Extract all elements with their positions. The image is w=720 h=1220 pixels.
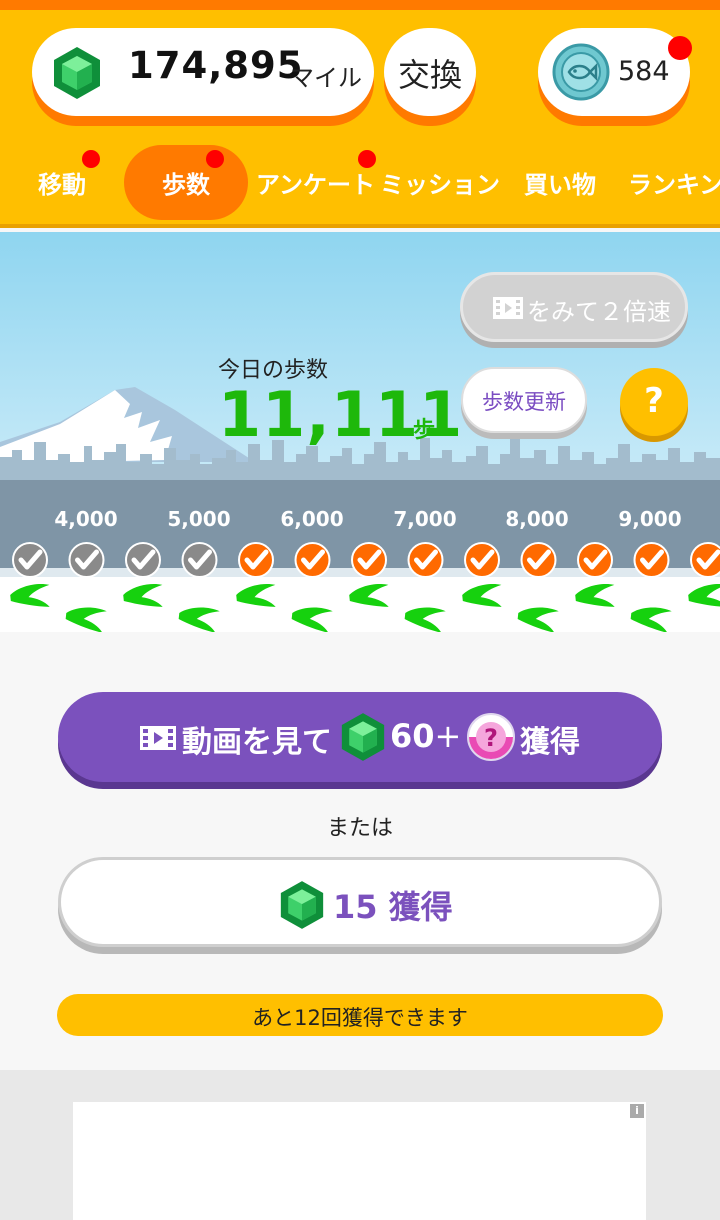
checkpoint-row	[12, 542, 720, 578]
tab-shopping-label: 買い物	[524, 171, 596, 199]
footprint-icon	[10, 584, 50, 607]
checkpoint-check-icon	[125, 542, 161, 578]
video-icon	[140, 726, 176, 750]
question-mark-icon: ?	[644, 381, 664, 421]
tab-survey-notification-dot	[358, 150, 376, 168]
footprint-icon	[462, 584, 502, 607]
footprint-icon	[404, 607, 446, 632]
footprint-icon	[65, 607, 107, 632]
checkpoint-check-icon	[294, 542, 331, 578]
checkpoint-check-icon	[464, 542, 500, 578]
miles-balance[interactable]: 174,895 マイル	[32, 28, 374, 116]
top-stripe	[0, 0, 720, 10]
milestone-label: 8,000	[505, 507, 569, 531]
footprint-icon	[178, 607, 220, 632]
footprint-icon	[236, 584, 276, 607]
gem-reward-button[interactable]: 15 獲得	[58, 857, 662, 947]
svg-text:?: ?	[484, 724, 498, 752]
checkpoint-check-icon	[633, 542, 670, 578]
tab-shopping[interactable]: 買い物	[520, 145, 610, 220]
exchange-label: 交換	[397, 56, 462, 94]
watch-video-suffix: 獲得	[520, 725, 580, 760]
tab-survey-label: アンケート	[256, 171, 376, 199]
ad-banner[interactable]: i	[73, 1102, 646, 1220]
milestone-label: 4,000	[54, 507, 118, 531]
watch-video-reward-button[interactable]: 動画を見て 60+ ? 獲得	[58, 692, 662, 782]
tab-move-notification-dot	[82, 150, 100, 168]
emerald-gem-icon	[341, 713, 385, 761]
refresh-steps-button[interactable]: 歩数更新	[461, 367, 587, 433]
tab-ranking[interactable]: ランキング	[626, 145, 720, 220]
refresh-steps-label: 歩数更新	[482, 390, 566, 414]
checkpoint-check-icon	[690, 542, 720, 578]
checkpoint-check-icon	[181, 542, 218, 578]
milestone-label: 0	[0, 507, 34, 531]
miles-unit: マイル	[290, 64, 362, 92]
steps-unit: 歩	[413, 418, 436, 443]
tab-survey[interactable]: アンケート	[254, 145, 376, 220]
checkpoint-check-icon	[407, 542, 444, 578]
footprint-icon	[688, 584, 720, 607]
app-header: 174,895 マイル 交換 584 移動 歩数 アンケート ミッション 買い物…	[0, 10, 720, 228]
footprint-track	[0, 577, 720, 632]
watch-video-prefix: 動画を見て	[182, 725, 332, 760]
video-icon	[493, 297, 523, 319]
footprint-icon	[630, 607, 672, 632]
milestone-label: 6,000	[280, 507, 344, 531]
fish-coin-icon	[552, 43, 610, 101]
checkpoint-check-icon	[351, 542, 387, 578]
footprint-icon	[349, 584, 389, 607]
mystery-capsule-icon: ?	[467, 713, 515, 761]
tab-steps-notification-dot	[206, 150, 224, 168]
checkpoint-check-icon	[68, 542, 105, 578]
or-label: または	[326, 816, 393, 841]
coin-value: 584	[618, 56, 670, 87]
tab-move-label: 移動	[38, 171, 86, 199]
tab-mission-label: ミッション	[380, 171, 500, 199]
ad-info-icon[interactable]: i	[630, 1104, 644, 1118]
tab-steps[interactable]: 歩数	[124, 145, 248, 220]
footprint-icons	[10, 584, 720, 632]
ad-area: i	[0, 1070, 720, 1220]
double-speed-label: をみて２倍速	[527, 298, 671, 326]
emerald-gem-icon	[54, 47, 100, 99]
remaining-count-label: あと12回獲得できます	[252, 1006, 468, 1030]
checkpoint-check-icon	[238, 542, 274, 578]
footprint-icon	[517, 607, 559, 632]
miles-value: 174,895	[128, 44, 304, 87]
double-speed-button[interactable]: をみて２倍速	[460, 272, 688, 342]
watch-video-gem-amount: 60+	[390, 717, 462, 755]
coin-balance[interactable]: 584	[538, 28, 690, 116]
checkpoint-check-icon	[577, 542, 613, 578]
gem-reward-label: 15 獲得	[333, 888, 453, 926]
footprint-icon	[291, 607, 333, 632]
milestone-label: 9,000	[618, 507, 682, 531]
tab-ranking-label: ランキング	[628, 171, 720, 199]
milestone-label: 7,000	[393, 507, 457, 531]
remaining-count-banner: あと12回獲得できます	[57, 994, 663, 1036]
milestone-label: 5,000	[167, 507, 231, 531]
exchange-button[interactable]: 交換	[384, 28, 476, 116]
footprint-icon	[575, 584, 615, 607]
coin-notification-dot	[668, 36, 692, 60]
footprint-icon	[123, 584, 163, 607]
tab-steps-label: 歩数	[162, 171, 210, 199]
help-button[interactable]: ?	[620, 368, 688, 436]
checkpoint-check-icon	[520, 542, 557, 578]
tab-mission[interactable]: ミッション	[378, 145, 500, 220]
emerald-gem-icon	[280, 881, 324, 929]
checkpoint-check-icon	[12, 542, 48, 578]
steps-scene: をみて２倍速 今日の歩数 11,111 歩 歩数更新 ? 0 4,000 5,0…	[0, 232, 720, 632]
